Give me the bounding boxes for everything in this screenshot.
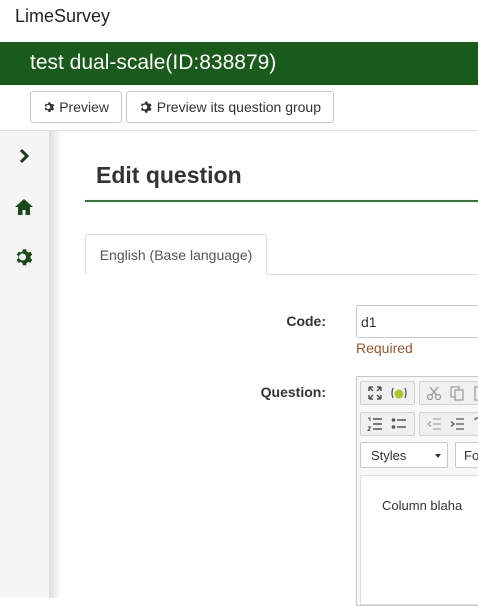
numbered-list-icon[interactable]: [366, 415, 384, 433]
editor-toolbar-group: [360, 412, 415, 436]
gear-icon: [44, 102, 55, 113]
sidebar-shadow: [50, 131, 62, 598]
question-label: Question:: [260, 384, 326, 400]
editor-toolbar-group: [419, 381, 478, 405]
code-label: Code:: [286, 313, 326, 329]
preview-group-label: Preview its question group: [156, 99, 321, 115]
indent-icon[interactable]: [448, 415, 466, 433]
required-hint: Required: [356, 340, 413, 356]
paste-icon[interactable]: [471, 384, 478, 402]
copy-icon[interactable]: [448, 384, 466, 402]
gear-icon[interactable]: [14, 247, 34, 267]
sidebar: [0, 131, 50, 598]
expression-icon[interactable]: [390, 384, 408, 402]
brand-logo[interactable]: LimeSurvey: [15, 6, 110, 27]
chevron-down-icon: [435, 454, 441, 458]
title-divider: [85, 200, 478, 202]
format-dropdown[interactable]: Fo: [455, 442, 478, 468]
survey-title-bar: test dual-scale(ID:838879): [0, 42, 478, 85]
survey-title[interactable]: test dual-scale(ID:838879): [30, 51, 276, 75]
blockquote-icon[interactable]: [471, 415, 478, 433]
gear-icon: [140, 101, 152, 113]
code-input[interactable]: [356, 305, 478, 338]
maximize-icon[interactable]: [366, 384, 384, 402]
home-icon[interactable]: [14, 197, 34, 217]
chevron-right-icon[interactable]: [14, 146, 34, 166]
format-label: Fo: [464, 448, 478, 463]
styles-dropdown[interactable]: Styles: [360, 442, 448, 468]
page-title: Edit question: [96, 162, 242, 188]
editor-toolbar-group: [360, 381, 415, 405]
tab-english-base-language[interactable]: English (Base language): [85, 234, 267, 275]
question-editor-content-area[interactable]: Column blaha: [360, 475, 478, 605]
preview-question-group-button[interactable]: Preview its question group: [126, 91, 334, 123]
tab-label: English (Base language): [99, 246, 253, 263]
editor-toolbar-group: [419, 412, 478, 436]
question-rich-text-editor: Styles Fo Column blaha: [356, 376, 478, 606]
top-navbar: LimeSurvey: [0, 0, 478, 42]
cut-icon[interactable]: [425, 384, 443, 402]
question-text: Column blaha: [382, 498, 463, 513]
outdent-icon[interactable]: [425, 415, 443, 433]
styles-label: Styles: [371, 448, 407, 463]
preview-button[interactable]: Preview: [30, 91, 122, 123]
bulleted-list-icon[interactable]: [390, 415, 408, 433]
preview-label: Preview: [59, 99, 109, 115]
toolbar: Preview Preview its question group: [0, 85, 478, 131]
